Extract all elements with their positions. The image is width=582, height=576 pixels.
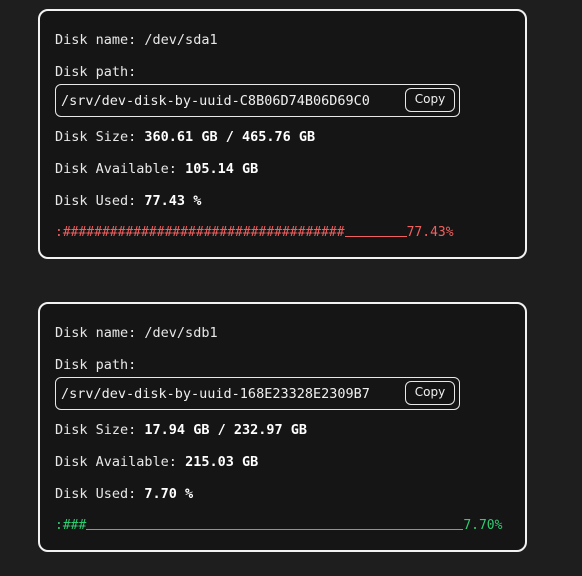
disk-size-label: Disk Size: (55, 422, 137, 438)
disk-available-row: Disk Available: 215.03 GB (55, 453, 258, 471)
disk-size-value: 17.94 GB / 232.97 GB (144, 422, 307, 438)
disk-path-label: Disk path: (55, 64, 137, 80)
usage-bar-prefix: : (55, 225, 63, 240)
disk-used-row: Disk Used: 77.43 % (55, 192, 201, 210)
disk-name-row: Disk name: /dev/sdb1 (55, 324, 218, 342)
disk-available-row: Disk Available: 105.14 GB (55, 160, 258, 178)
disk-size-row: Disk Size: 17.94 GB / 232.97 GB (55, 421, 307, 439)
usage-bar-percent: 77.43% (406, 225, 454, 240)
usage-bar-hashes: ### (62, 518, 87, 533)
disk-name-label: Disk name: (55, 325, 137, 341)
disk-used-label: Disk Used: (55, 193, 137, 209)
disk-name-label: Disk name: (55, 32, 137, 48)
usage-bar-remaining (344, 224, 407, 238)
disk-path-box: /srv/dev-disk-by-uuid-C8B06D74B06D69C0 C… (55, 84, 460, 117)
disk-used-value: 7.70 % (144, 486, 194, 502)
disk-name-value: /dev/sdb1 (144, 325, 218, 341)
disk-used-label: Disk Used: (55, 486, 137, 502)
usage-bar-hashes: #################################### (62, 225, 345, 240)
usage-bar-prefix: : (55, 518, 63, 533)
disk-path-box: /srv/dev-disk-by-uuid-168E23328E2309B7 C… (55, 377, 460, 410)
disk-card-sdb1: Disk name: /dev/sdb1 Disk path: /srv/dev… (38, 302, 527, 552)
disk-card-sda1: Disk name: /dev/sda1 Disk path: /srv/dev… (38, 9, 527, 259)
disk-used-value: 77.43 % (144, 193, 202, 209)
copy-path-button[interactable]: Copy (405, 381, 455, 405)
disk-size-value: 360.61 GB / 465.76 GB (144, 129, 316, 145)
usage-bar: :#################################### 77.… (55, 224, 454, 242)
disk-available-label: Disk Available: (55, 454, 177, 470)
disk-available-value: 215.03 GB (185, 454, 259, 470)
disk-used-row: Disk Used: 7.70 % (55, 485, 193, 503)
disk-path-label: Disk path: (55, 357, 137, 373)
disk-name-row: Disk name: /dev/sda1 (55, 31, 218, 49)
copy-path-button[interactable]: Copy (405, 88, 455, 112)
disk-path-value[interactable]: /srv/dev-disk-by-uuid-C8B06D74B06D69C0 (61, 92, 370, 110)
usage-bar: :### 7.70% (55, 517, 502, 535)
disk-available-label: Disk Available: (55, 161, 177, 177)
disk-available-value: 105.14 GB (185, 161, 259, 177)
disk-path-value[interactable]: /srv/dev-disk-by-uuid-168E23328E2309B7 (61, 385, 370, 403)
disk-size-row: Disk Size: 360.61 GB / 465.76 GB (55, 128, 315, 146)
usage-bar-remaining (86, 517, 464, 531)
usage-bar-percent: 7.70% (463, 518, 503, 533)
disk-name-value: /dev/sda1 (144, 32, 218, 48)
disk-size-label: Disk Size: (55, 129, 137, 145)
